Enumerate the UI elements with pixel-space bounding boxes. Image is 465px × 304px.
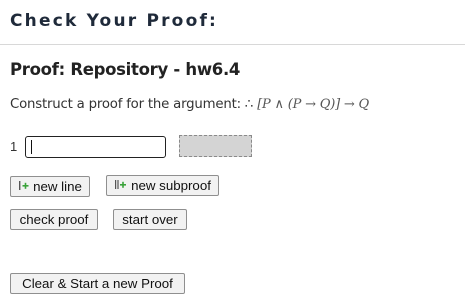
proof-instructions: Construct a proof for the argument: ∴ [P… xyxy=(10,97,369,112)
new-subproof-label: new subproof xyxy=(131,178,211,193)
add-line-icon xyxy=(18,179,29,194)
proof-line-formula-input[interactable] xyxy=(25,136,166,158)
check-proof-button[interactable]: check proof xyxy=(10,209,98,230)
page-header: Check Your Proof: xyxy=(0,0,465,45)
start-over-button[interactable]: start over xyxy=(113,209,187,230)
instruction-text: Construct a proof for the argument: ∴ xyxy=(10,97,258,112)
page-title: Check Your Proof: xyxy=(10,11,219,31)
proof-title: Proof: Repository - hw6.4 xyxy=(10,60,241,79)
text-caret xyxy=(31,140,32,154)
proof-line-justification-field[interactable] xyxy=(179,135,252,157)
argument-formula: [P ∧ (P → Q)] → Q xyxy=(257,97,369,112)
new-line-button[interactable]: new line xyxy=(10,176,90,197)
new-line-label: new line xyxy=(33,179,82,194)
proof-line-number: 1 xyxy=(10,139,18,154)
add-subproof-icon xyxy=(114,178,127,193)
new-subproof-button[interactable]: new subproof xyxy=(106,175,219,196)
clear-and-start-new-proof-button[interactable]: Clear & Start a new Proof xyxy=(10,273,185,294)
